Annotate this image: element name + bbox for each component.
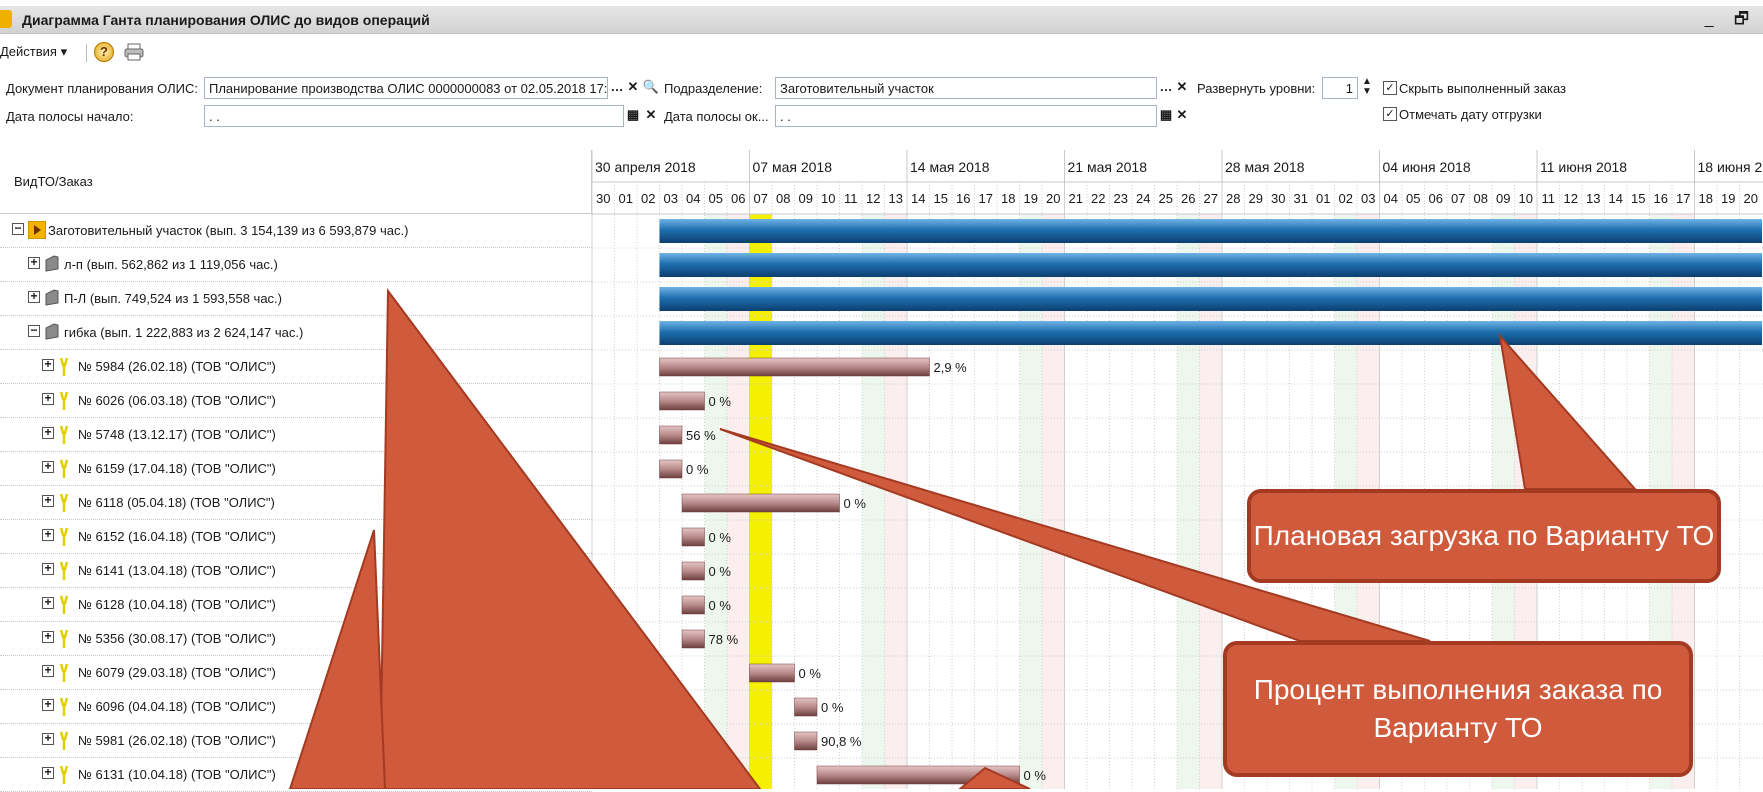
callout-arrows — [288, 288, 1638, 789]
arrow-plan-load — [1498, 332, 1638, 490]
arrow-tree-1 — [378, 288, 762, 789]
arrow-tree-2 — [288, 529, 387, 789]
arrow-percent — [719, 428, 1431, 642]
arrow-bar — [958, 766, 1031, 789]
